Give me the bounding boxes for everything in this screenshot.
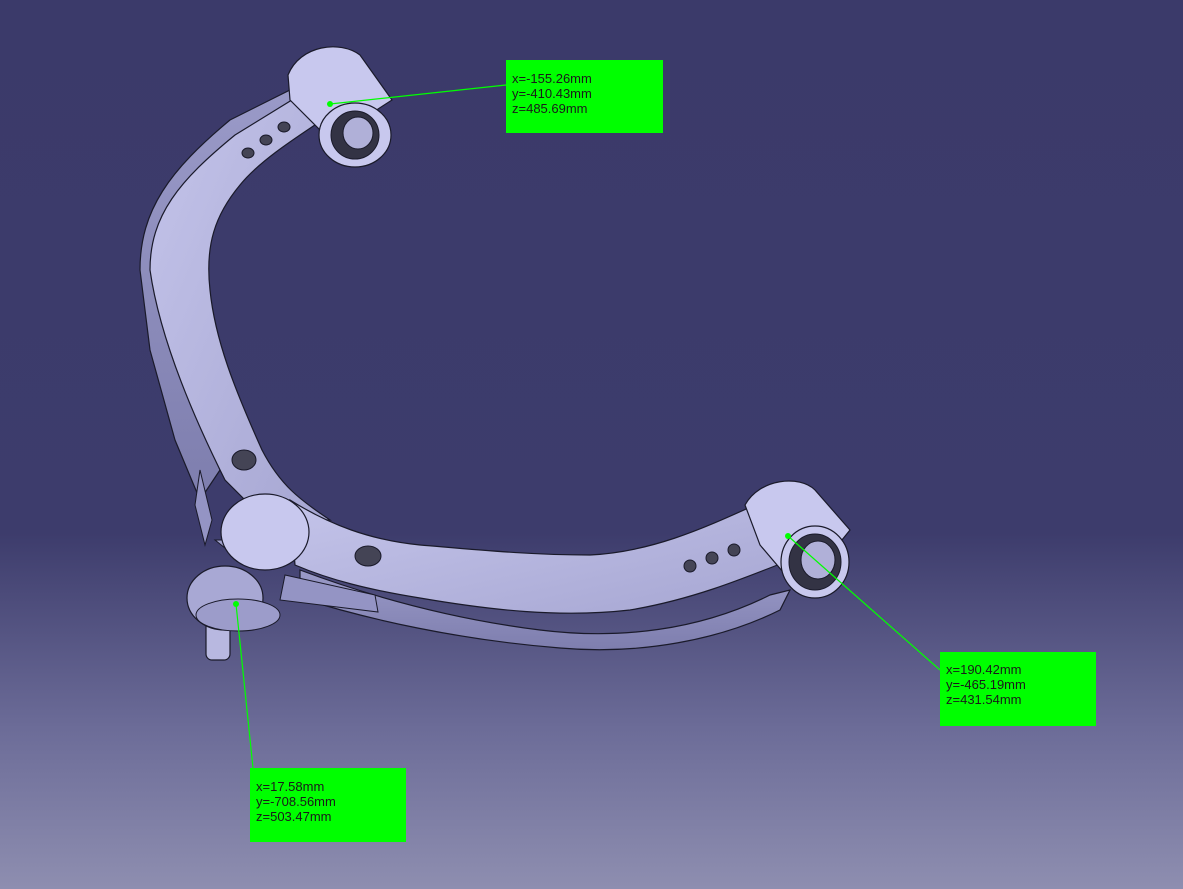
coord-z: z=431.54mm [946,692,1022,707]
coordinate-label-bottom[interactable]: x=17.58mm y=-708.56mm z=503.47mm [250,768,406,842]
right-bushing [744,480,851,599]
coord-y: y=-708.56mm [256,794,336,809]
coord-y: y=-465.19mm [946,677,1026,692]
coord-z: z=503.47mm [256,809,332,824]
3d-viewport[interactable]: x=-155.26mm y=-410.43mm z=485.69mm x=190… [0,0,1183,889]
coordinate-label-top[interactable]: x=-155.26mm y=-410.43mm z=485.69mm [506,60,663,133]
coord-y: y=-410.43mm [512,86,592,101]
coord-z: z=485.69mm [512,101,588,116]
coordinate-label-right[interactable]: x=190.42mm y=-465.19mm z=431.54mm [940,652,1096,726]
top-bushing [287,46,393,168]
coord-x: x=190.42mm [946,662,1022,677]
leader-lines [235,84,941,769]
coord-x: x=17.58mm [256,779,325,794]
control-arm-model[interactable] [0,0,1183,889]
coord-x: x=-155.26mm [512,71,592,86]
